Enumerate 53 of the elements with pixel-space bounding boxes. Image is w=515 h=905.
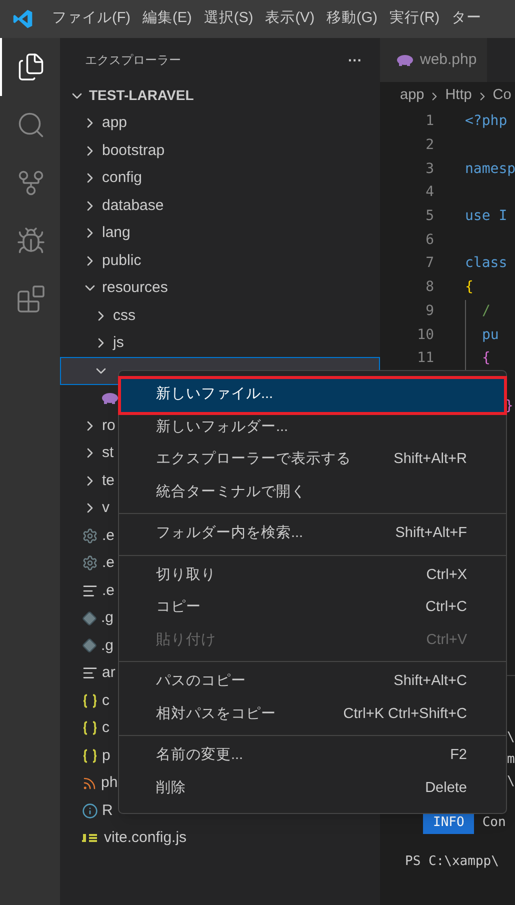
tree-label: c [102, 718, 110, 738]
tree-label: st [102, 443, 114, 463]
terminal-text: \ [507, 773, 515, 791]
panel-title: エクスプローラー [85, 52, 181, 69]
line-number: 1 [424, 112, 435, 132]
line-number: 7 [424, 254, 435, 274]
code-text: } [505, 396, 514, 416]
line-number: 4 [424, 183, 435, 202]
tree-label: public [102, 250, 142, 270]
tree-label: .g [101, 608, 114, 628]
tree-label: R [102, 800, 113, 820]
tab-label: web.php [420, 50, 477, 70]
terminal-text: m [507, 751, 515, 769]
tree-label: config [102, 168, 142, 188]
tree-label: p [102, 746, 110, 766]
tree-label: v [102, 498, 110, 518]
tree-label: css [113, 306, 136, 326]
info-badge: INFO [423, 812, 474, 834]
terminal-text: Con [482, 814, 506, 832]
tree-label: .e [102, 526, 115, 546]
tree-label: ro [102, 416, 116, 436]
terminal-prompt: PS C:\xampp\ [404, 853, 500, 871]
tree-label: resources [102, 278, 168, 298]
project-name: TEST-LARAVEL [89, 86, 194, 106]
line-number: 9 [424, 302, 435, 321]
tree-label: vite.config.js [104, 828, 187, 848]
tree-label: .e [102, 580, 115, 600]
line-number: 3 [424, 160, 435, 179]
line-number: 6 [424, 230, 435, 250]
code-text: <?php [465, 112, 508, 132]
line-number: 11 [416, 349, 435, 368]
code-text: { [465, 278, 474, 298]
tree-label: ar [102, 663, 116, 683]
tree-label: c [102, 690, 110, 710]
tree-label: database [102, 196, 164, 216]
tree-label: te [102, 470, 115, 490]
tree-label: .e [102, 553, 115, 573]
line-number: 2 [424, 136, 435, 156]
tree-label: bootstrap [102, 140, 165, 160]
code-text: use I [465, 207, 508, 226]
code-text: / [465, 300, 490, 324]
line-number: 5 [424, 207, 435, 226]
tree-label: lang [102, 223, 130, 243]
code-text: class [465, 254, 508, 274]
tree-label: js [113, 333, 124, 353]
tree-label: app [102, 113, 128, 133]
line-number: 10 [416, 326, 435, 345]
code-text: pu [465, 323, 499, 347]
line-number: 8 [424, 278, 435, 298]
tree-label: ph [101, 773, 118, 793]
code-text: namesp [465, 160, 515, 179]
tree-label: .g [101, 636, 114, 656]
terminal-text: \ [507, 729, 515, 747]
